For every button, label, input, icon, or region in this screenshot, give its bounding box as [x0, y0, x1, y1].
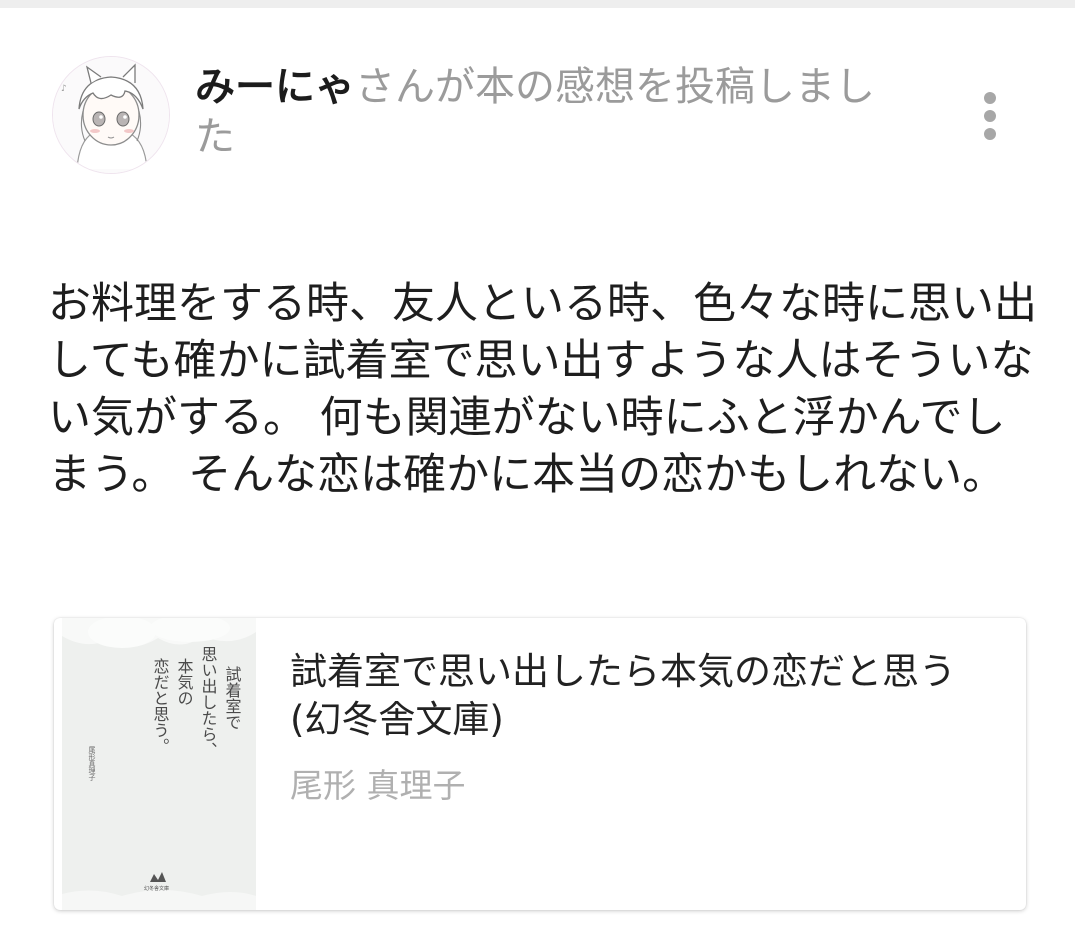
book-author[interactable]: 尾形 真理子 — [290, 766, 466, 806]
cover-title-column: 恋だと思う。 — [151, 657, 170, 754]
book-card[interactable]: 試着室で 思い出したら、 本気の 恋だと思う。 尾形真理子 幻冬舎文庫 試着室で… — [54, 618, 1026, 910]
cover-title-column: 本気の — [175, 658, 194, 706]
avatar-illustration: ♪ — [53, 57, 169, 173]
cover-title-column: 試着室で — [223, 666, 242, 730]
cover-author: 尾形真理子 — [88, 746, 96, 781]
more-vertical-icon — [984, 92, 996, 104]
book-title[interactable]: 試着室で思い出したら本気の恋だと思う (幻冬舎文庫) — [290, 648, 1010, 744]
post-header: ♪ みーにゃさんが本の感想を投稿しました — [52, 56, 1012, 176]
username-link[interactable]: みーにゃ — [195, 64, 355, 110]
cover-publisher: 幻冬舎文庫 — [144, 885, 169, 892]
more-vertical-icon-dot — [984, 128, 996, 140]
book-cover-art: 試着室で 思い出したら、 本気の 恋だと思う。 尾形真理子 幻冬舎文庫 — [62, 618, 256, 910]
svg-text:♪: ♪ — [61, 84, 67, 94]
review-text: お料理をする時、友人といる時、色々な時に思い出しても確かに試着室で思い出すような… — [48, 279, 1037, 500]
more-vertical-icon-dot — [984, 110, 996, 122]
more-options-button[interactable] — [970, 86, 1010, 146]
book-cover-image: 試着室で 思い出したら、 本気の 恋だと思う。 尾形真理子 幻冬舎文庫 — [62, 618, 256, 910]
top-divider — [0, 0, 1075, 8]
user-avatar[interactable]: ♪ — [52, 56, 170, 174]
post-headline: みーにゃさんが本の感想を投稿しました — [195, 62, 875, 162]
cover-title-column: 思い出したら、 — [199, 646, 218, 758]
